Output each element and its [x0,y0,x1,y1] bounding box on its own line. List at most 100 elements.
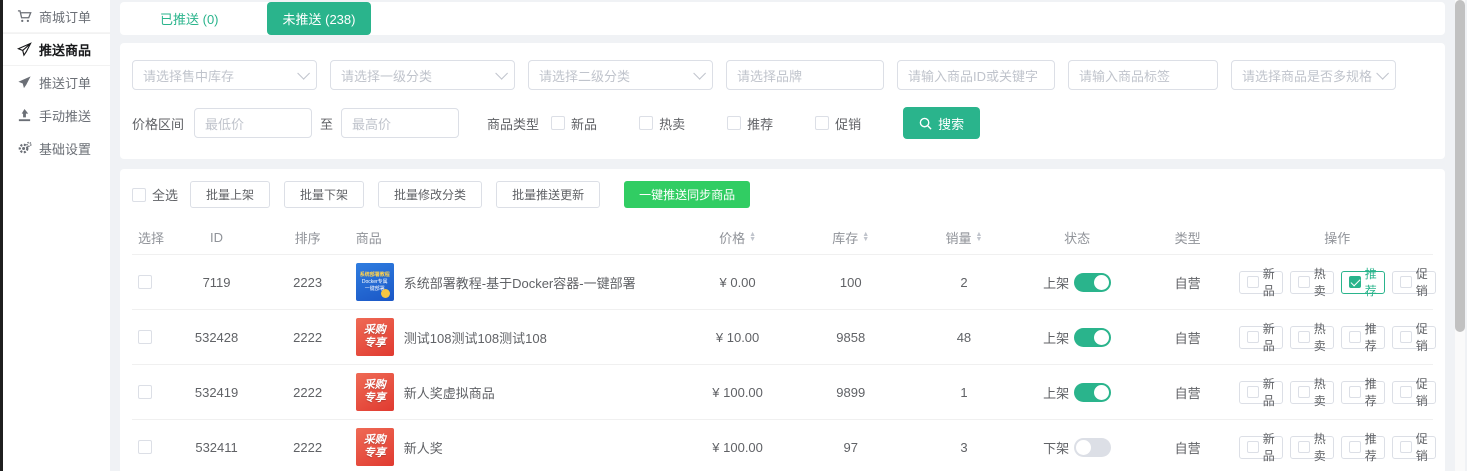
tag-hot-button[interactable]: 热卖 [1290,326,1334,349]
header-sort: 排序 [259,228,355,247]
tag-promo-button[interactable]: 促销 [1392,326,1436,349]
select-all-label: 全选 [152,185,178,204]
tag-recommend-button[interactable]: 推荐 [1341,381,1385,404]
batch-edit-category-button[interactable]: 批量修改分类 [378,181,482,208]
min-price-input[interactable]: 最低价 [194,108,312,138]
category1-select[interactable]: 请选择一级分类 [330,60,515,90]
sidebar-item-basic-settings[interactable]: 基础设置 [3,132,110,165]
cell-stock: 9858 [794,330,907,345]
brand-select[interactable]: 请选择品牌 [726,60,884,90]
type-checkbox-promo[interactable]: 促销 [815,114,861,133]
header-stock-sort[interactable]: 库存▲▼ [794,228,907,247]
batch-offsale-button[interactable]: 批量下架 [284,181,364,208]
cart-icon [16,8,32,24]
row-checkbox[interactable] [138,385,152,399]
checkbox-icon [1400,331,1412,343]
tag-promo-button[interactable]: 促销 [1392,436,1436,459]
vertical-scrollbar[interactable] [1455,0,1465,471]
header-operations: 操作 [1242,228,1433,247]
type-checkbox-hot[interactable]: 热卖 [639,114,685,133]
table-panel: 全选 批量上架 批量下架 批量修改分类 批量推送更新 一键推送同步商品 选择 I… [120,169,1445,471]
cell-sort: 2222 [259,385,355,400]
checkbox-icon [1298,276,1310,288]
cell-sales: 2 [907,275,1020,290]
sidebar-item-push-products[interactable]: 推送商品 [3,33,110,66]
select-all-checkbox[interactable] [132,188,146,202]
cell-stock: 97 [794,440,907,455]
product-tag-input[interactable]: 请输入商品标签 [1068,60,1218,90]
table-row: 7119 2223 系统部署教程 Docker专属 一键部署 系统部署教程-基于… [132,254,1433,309]
gears-icon [16,141,32,157]
type-checkbox-new[interactable]: 新品 [551,114,597,133]
header-price-sort[interactable]: 价格▲▼ [681,228,794,247]
tag-new-button[interactable]: 新品 [1239,271,1283,294]
tag-new-button[interactable]: 新品 [1239,326,1283,349]
tab-unpushed[interactable]: 未推送 (238) [267,2,372,35]
sort-carets-icon: ▲▼ [975,232,982,242]
checkbox-icon [1247,276,1259,288]
product-title: 系统部署教程-基于Docker容器-一键部署 [404,273,636,292]
checkbox-icon [1400,276,1412,288]
tag-promo-button[interactable]: 促销 [1392,381,1436,404]
checkbox-icon [639,116,653,130]
product-type-label: 商品类型 [487,114,539,133]
checkbox-icon [727,116,741,130]
tab-pushed[interactable]: 已推送 (0) [160,9,219,28]
row-checkbox[interactable] [138,275,152,289]
tag-hot-button[interactable]: 热卖 [1290,436,1334,459]
cell-sort: 2223 [259,275,355,290]
sidebar-item-mall-orders[interactable]: 商城订单 [3,0,110,33]
tag-hot-button[interactable]: 热卖 [1290,381,1334,404]
price-range-label: 价格区间 [132,114,184,133]
main-content: 已推送 (0) 未推送 (238) 请选择售中库存 请选择一级分类 请选择二级分… [110,0,1467,471]
checkbox-icon [1400,441,1412,453]
stock-select[interactable]: 请选择售中库存 [132,60,317,90]
header-product: 商品 [356,228,681,247]
product-thumbnail: 采购 专享 [356,428,394,466]
cell-sort: 2222 [259,330,355,345]
table-row: 532419 2222 采购 专享 新人奖虚拟商品 ¥ 100.00 9899 … [132,364,1433,419]
table-header-row: 选择 ID 排序 商品 价格▲▼ 库存▲▼ 销量▲▼ 状态 类型 操作 [132,220,1433,254]
status-toggle[interactable] [1074,328,1111,347]
category2-select[interactable]: 请选择二级分类 [528,60,713,90]
tag-new-button[interactable]: 新品 [1239,436,1283,459]
cell-id: 532428 [174,330,260,345]
tabs-bar: 已推送 (0) 未推送 (238) [120,2,1445,35]
row-checkbox[interactable] [138,440,152,454]
tag-promo-button[interactable]: 促销 [1392,271,1436,294]
product-id-keyword-input[interactable]: 请输入商品ID或关键字 [897,60,1055,90]
cell-type: 自营 [1134,383,1242,402]
status-toggle[interactable] [1074,438,1111,457]
status-toggle[interactable] [1074,383,1111,402]
tag-new-button[interactable]: 新品 [1239,381,1283,404]
cell-id: 532411 [174,440,260,455]
type-checkbox-recommend[interactable]: 推荐 [727,114,773,133]
sidebar-item-manual-push[interactable]: 手动推送 [3,99,110,132]
batch-push-update-button[interactable]: 批量推送更新 [496,181,600,208]
checkbox-icon [1298,331,1310,343]
tag-hot-button[interactable]: 热卖 [1290,271,1334,294]
search-button[interactable]: 搜索 [903,107,980,139]
multi-spec-select[interactable]: 请选择商品是否多规格 [1231,60,1396,90]
one-key-sync-button[interactable]: 一键推送同步商品 [624,181,750,208]
header-sales-sort[interactable]: 销量▲▼ [907,228,1020,247]
cell-stock: 9899 [794,385,907,400]
tag-recommend-button[interactable]: 推荐 [1341,271,1385,294]
row-checkbox[interactable] [138,330,152,344]
tag-recommend-button[interactable]: 推荐 [1341,326,1385,349]
status-toggle[interactable] [1074,273,1111,292]
filter-panel: 请选择售中库存 请选择一级分类 请选择二级分类 请选择品牌 请输入商品ID或关键… [120,43,1445,159]
max-price-input[interactable]: 最高价 [341,108,459,138]
cell-stock: 100 [794,275,907,290]
sidebar-item-push-orders[interactable]: 推送订单 [3,66,110,99]
checkbox-icon [1298,441,1310,453]
cell-type: 自营 [1134,273,1242,292]
sidebar-item-label: 基础设置 [39,139,91,158]
header-type: 类型 [1134,228,1242,247]
tag-recommend-button[interactable]: 推荐 [1341,436,1385,459]
chevron-down-icon [297,67,310,80]
batch-onsale-button[interactable]: 批量上架 [190,181,270,208]
checkbox-icon [1349,386,1361,398]
scrollbar-thumb[interactable] [1455,0,1465,332]
cell-id: 532419 [174,385,260,400]
